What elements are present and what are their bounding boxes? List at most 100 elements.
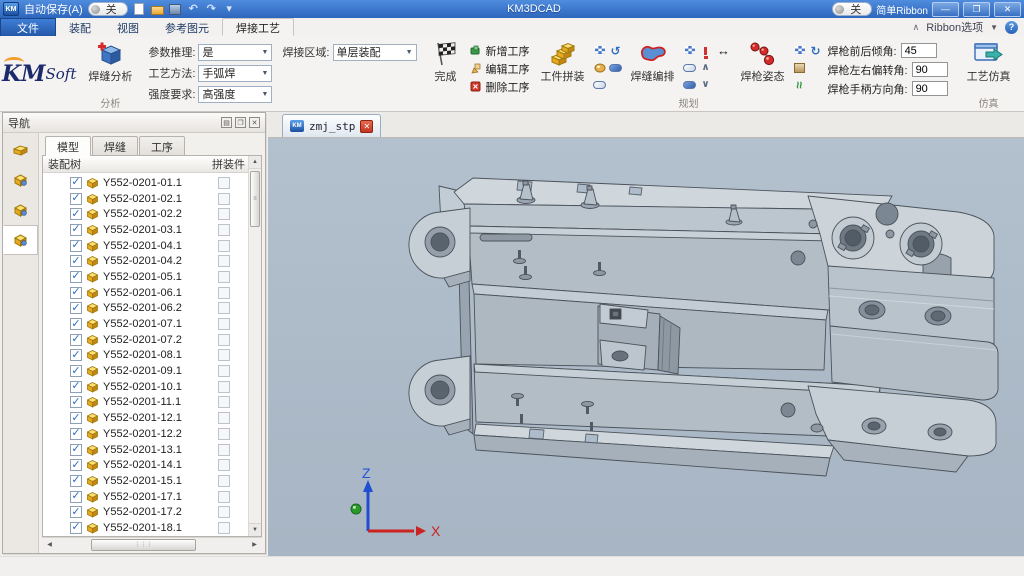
rotate-tool-button[interactable]: ↺ [610,45,622,57]
visibility-checkbox[interactable]: ✓ [70,177,82,189]
paint-tool-button[interactable] [594,62,606,74]
viewport-3d[interactable]: Z X [268,138,1024,556]
strip-flat-box-button[interactable] [3,135,38,165]
scrollbar-thumb[interactable]: ⋮⋮⋮ [91,539,197,551]
minimize-button[interactable]: — [932,2,959,17]
workpiece-assembly-button[interactable]: 工件拼装 [534,37,592,83]
assembly-checkbox[interactable] [218,255,230,267]
visibility-checkbox[interactable]: ✓ [70,302,82,314]
tree-row[interactable]: ✓ Y552-0201-09.1 [43,363,247,379]
move-up-button[interactable]: ∧ [701,62,709,73]
segment-blue-button[interactable] [683,81,696,89]
tree-row[interactable]: ✓ Y552-0201-02.2 [43,206,247,222]
visibility-checkbox[interactable]: ✓ [70,412,82,424]
tree-row[interactable]: ✓ Y552-0201-17.1 [43,489,247,505]
visibility-checkbox[interactable]: ✓ [70,381,82,393]
rotate-tool-button[interactable]: ↻ [810,45,822,57]
assembly-checkbox[interactable] [218,193,230,205]
stamp-tool-button[interactable] [794,62,806,74]
tree-row[interactable]: ✓ Y552-0201-11.1 [43,395,247,411]
assembly-checkbox[interactable] [218,491,230,503]
param-strength-select[interactable]: 高强度▼ [198,86,272,103]
assembly-checkbox[interactable] [218,396,230,408]
menu-tab-assembly[interactable]: 装配 [56,18,104,36]
assembly-checkbox[interactable] [218,381,230,393]
qat-dropdown-button[interactable]: ▾ [223,3,236,15]
visibility-checkbox[interactable]: ✓ [70,287,82,299]
assembly-checkbox[interactable] [218,208,230,220]
assembly-checkbox[interactable] [218,318,230,330]
visibility-checkbox[interactable]: ✓ [70,428,82,440]
assembly-checkbox[interactable] [218,365,230,377]
tree-row[interactable]: ✓ Y552-0201-06.2 [43,301,247,317]
tree-row[interactable]: ✓ Y552-0201-15.1 [43,473,247,489]
assembly-checkbox[interactable] [218,302,230,314]
gun-angle2-input[interactable] [912,62,948,77]
tree-row[interactable]: ✓ Y552-0201-07.1 [43,316,247,332]
assembly-checkbox[interactable] [218,177,230,189]
param-region-select[interactable]: 单层装配▼ [333,44,417,61]
close-button[interactable]: ✕ [994,2,1021,17]
delete-process-button[interactable]: 删除工序 [466,78,534,95]
scroll-left-icon[interactable]: ◀ [43,539,56,551]
tree-row[interactable]: ✓ Y552-0201-17.2 [43,504,247,520]
visibility-checkbox[interactable]: ✓ [70,444,82,456]
menu-tab-view[interactable]: 视图 [104,18,152,36]
scrollbar-thumb[interactable]: ≡ [250,171,260,227]
visibility-checkbox[interactable]: ✓ [70,475,82,487]
assembly-checkbox[interactable] [218,349,230,361]
tab-seam[interactable]: 焊缝 [92,136,138,156]
visibility-checkbox[interactable]: ✓ [70,349,82,361]
float-icon[interactable]: ❐ [235,117,246,128]
flag-tool-button[interactable] [794,45,806,57]
app-icon[interactable]: KM [3,2,19,16]
tree-row[interactable]: ✓ Y552-0201-04.2 [43,253,247,269]
visibility-checkbox[interactable]: ✓ [70,334,82,346]
segment-white-button[interactable] [593,81,606,89]
assembly-checkbox[interactable] [218,271,230,283]
weld-analysis-button[interactable]: 焊缝分析 [81,37,139,83]
ribbon-options-arrow-icon[interactable]: ▼ [990,23,998,32]
tree-row[interactable]: ✓ Y552-0201-02.1 [43,191,247,207]
menu-tab-file[interactable]: 文件 [0,18,56,36]
scroll-down-icon[interactable]: ▼ [249,523,261,536]
visibility-checkbox[interactable]: ✓ [70,224,82,236]
undo-button[interactable]: ↶ [187,3,200,15]
visibility-checkbox[interactable]: ✓ [70,491,82,503]
tree-row[interactable]: ✓ Y552-0201-10.1 [43,379,247,395]
autosave-toggle[interactable]: 关 [88,2,128,16]
tree-row[interactable]: ✓ Y552-0201-14.1 [43,457,247,473]
measure-width-button[interactable]: ↔ [718,45,730,57]
visibility-checkbox[interactable]: ✓ [70,365,82,377]
assembly-checkbox[interactable] [218,475,230,487]
spring-tool-button[interactable]: ≈ [794,79,806,91]
tree-row[interactable]: ✓ Y552-0201-12.1 [43,410,247,426]
add-process-button[interactable]: 新增工序 [466,42,534,59]
tree-row[interactable]: ✓ Y552-0201-06.1 [43,285,247,301]
tab-process[interactable]: 工序 [139,136,185,156]
save-button[interactable] [169,3,182,15]
tree-row[interactable]: ✓ Y552-0201-12.2 [43,426,247,442]
scroll-right-icon[interactable]: ▶ [248,539,261,551]
ribbon-mode-toggle[interactable]: 关 [832,2,872,16]
redo-button[interactable]: ↷ [205,3,218,15]
flag-tool-button[interactable] [594,45,606,57]
assembly-checkbox[interactable] [218,412,230,424]
tree-row[interactable]: ✓ Y552-0201-07.2 [43,332,247,348]
tree-row[interactable]: ✓ Y552-0201-05.1 [43,269,247,285]
tab-model[interactable]: 模型 [45,136,91,156]
tree-horizontal-scrollbar[interactable]: ◀ ⋮⋮⋮ ▶ [42,537,262,551]
visibility-checkbox[interactable]: ✓ [70,240,82,252]
visibility-checkbox[interactable]: ✓ [70,396,82,408]
finish-button[interactable]: 完成 [426,37,466,83]
new-file-button[interactable] [133,3,146,15]
assembly-checkbox[interactable] [218,522,230,534]
visibility-checkbox[interactable]: ✓ [70,271,82,283]
assembly-checkbox[interactable] [218,506,230,518]
tree-row[interactable]: ✓ Y552-0201-08.1 [43,348,247,364]
scroll-up-icon[interactable]: ▲ [249,156,261,169]
gun-angle3-input[interactable] [912,81,948,96]
visibility-checkbox[interactable]: ✓ [70,318,82,330]
ribbon-options-label[interactable]: Ribbon选项 [926,19,983,35]
visibility-checkbox[interactable]: ✓ [70,506,82,518]
